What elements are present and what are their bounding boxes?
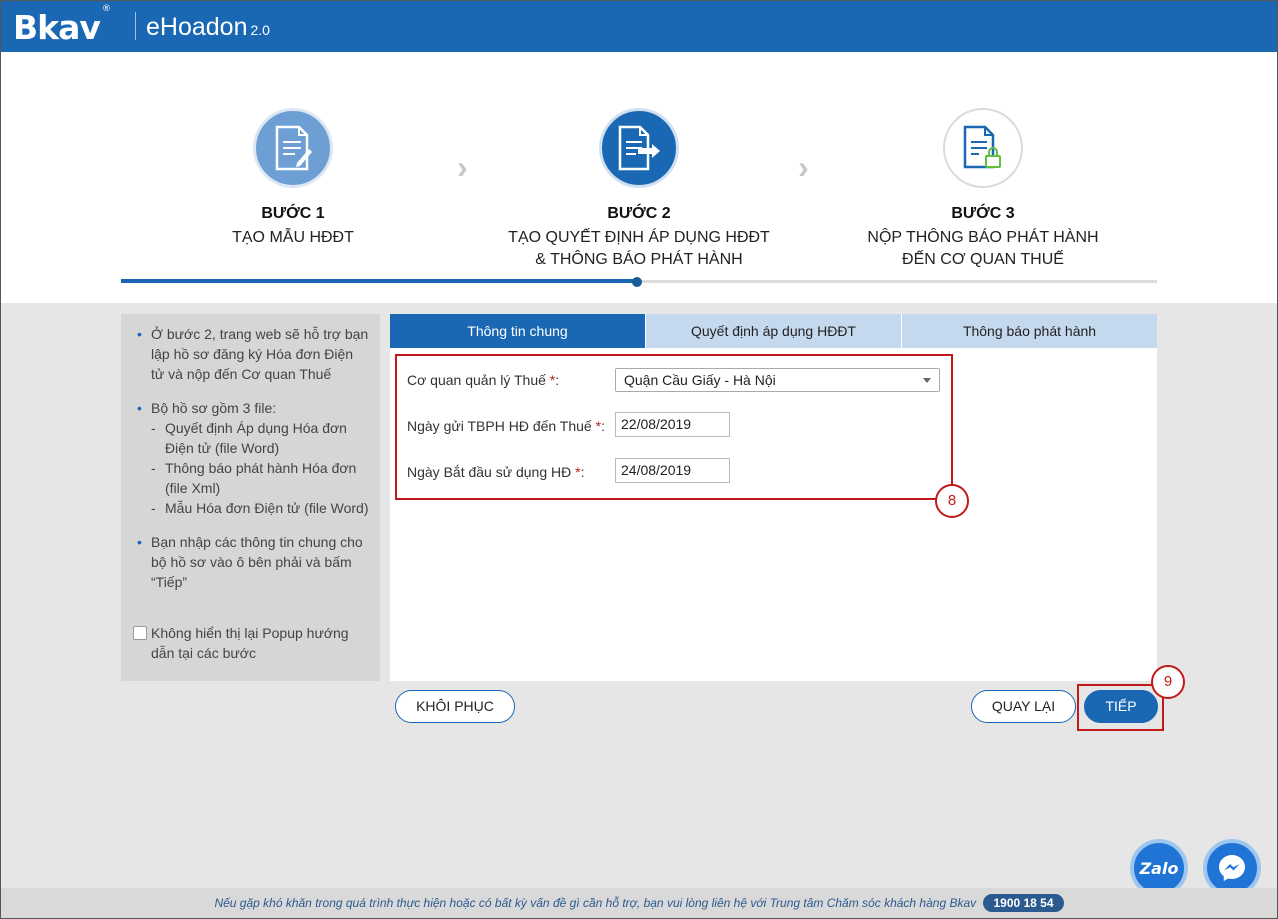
- zalo-icon: Zalo: [1139, 858, 1179, 878]
- support-footer: Nếu gặp khó khăn trong quá trình thực hi…: [0, 888, 1278, 919]
- step-2-desc: TẠO QUYẾT ĐỊNH ÁP DỤNG HĐĐT & THÔNG BÁO P…: [508, 229, 770, 268]
- dropdown-arrow-icon: [923, 378, 931, 383]
- document-edit-icon: [253, 108, 333, 188]
- tab-bar: Thông tin chung Quyết định áp dụng HĐĐT …: [390, 314, 1157, 348]
- logo-divider: [135, 12, 136, 40]
- start-date-label: Ngày Bắt đầu sử dụng HĐ *:: [407, 464, 585, 480]
- step-2-title: BƯỚC 2: [607, 205, 671, 222]
- guide-file-item: Quyết định Áp dụng Hóa đơn Điện tử (file…: [151, 418, 370, 458]
- progress-fill: [121, 279, 637, 283]
- step-1-desc: TẠO MẪU HĐĐT: [232, 229, 354, 246]
- hide-popup-label: Không hiển thị lại Popup hướng dẫn tại c…: [151, 625, 349, 661]
- top-bar: Bkav ® eHoadon 2.0: [0, 0, 1278, 52]
- main-panel: Thông tin chung Quyết định áp dụng HĐĐT …: [390, 314, 1157, 681]
- product-version: 2.0: [250, 22, 270, 38]
- tax-office-label: Cơ quan quản lý Thuế *:: [407, 372, 560, 388]
- tab-release-notice[interactable]: Thông báo phát hành: [901, 314, 1157, 348]
- guide-bullet: Bạn nhập các thông tin chung cho bộ hồ s…: [135, 532, 370, 592]
- guide-file-item: Mẫu Hóa đơn Điện tử (file Word): [151, 498, 370, 518]
- product-name: eHoadon 2.0: [146, 13, 270, 41]
- checkbox[interactable]: [133, 626, 147, 640]
- guide-bullet: Bộ hồ sơ gồm 3 file: Quyết định Áp dụng …: [135, 398, 370, 518]
- messenger-icon: [1219, 855, 1245, 881]
- support-phone[interactable]: 1900 18 54: [983, 894, 1064, 912]
- step-3-desc: NỘP THÔNG BÁO PHÁT HÀNH ĐẾN CƠ QUAN THUẾ: [867, 229, 1099, 268]
- annotation-badge: 8: [935, 484, 969, 518]
- tax-office-select[interactable]: Quận Cầu Giấy - Hà Nội: [615, 368, 940, 392]
- guide-file-item: Thông báo phát hành Hóa đơn (file Xml): [151, 458, 370, 498]
- general-info-form: Cơ quan quản lý Thuế *: Quận Cầu Giấy - …: [395, 354, 953, 500]
- tab-general-info[interactable]: Thông tin chung: [390, 314, 645, 348]
- annotation-badge: 9: [1151, 665, 1185, 699]
- guide-bullet: Ở bước 2, trang web sẽ hỗ trợ bạn lập hồ…: [135, 324, 370, 384]
- support-text: Nếu gặp khó khăn trong quá trình thực hi…: [214, 896, 977, 910]
- chevron-right-icon: ›: [457, 149, 468, 185]
- document-lock-icon: [943, 108, 1023, 188]
- document-send-icon: [599, 108, 679, 188]
- next-button[interactable]: TIẾP: [1084, 690, 1158, 723]
- restore-button[interactable]: KHÔI PHỤC: [395, 690, 515, 723]
- hide-popup-checkbox[interactable]: Không hiển thị lại Popup hướng dẫn tại c…: [133, 623, 373, 663]
- step-3-title: BƯỚC 3: [951, 205, 1015, 222]
- guide-panel: Ở bước 2, trang web sẽ hỗ trợ bạn lập hồ…: [121, 314, 380, 681]
- step-wizard: BƯỚC 1 TẠO MẪU HĐĐT › BƯỚC 2 TẠO QUYẾT Đ…: [0, 52, 1278, 303]
- bkav-logo[interactable]: Bkav ®: [13, 4, 111, 47]
- send-date-label: Ngày gửi TBPH HĐ đến Thuế *:: [407, 418, 605, 434]
- progress-marker: [632, 277, 642, 287]
- step-1-title: BƯỚC 1: [261, 205, 325, 222]
- send-date-input[interactable]: 22/08/2019: [615, 412, 730, 437]
- chevron-right-icon: ›: [798, 149, 809, 185]
- back-button[interactable]: QUAY LẠI: [971, 690, 1076, 723]
- start-date-input[interactable]: 24/08/2019: [615, 458, 730, 483]
- tab-decision[interactable]: Quyết định áp dụng HĐĐT: [645, 314, 901, 348]
